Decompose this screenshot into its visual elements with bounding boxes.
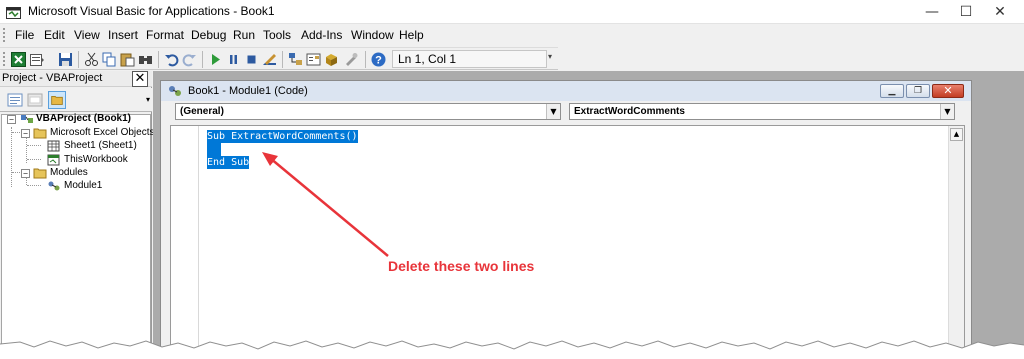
toolbar-grip[interactable] — [3, 52, 6, 66]
tree-label: VBAProject (Book1) — [36, 113, 132, 124]
margin-indicator-bar[interactable] — [171, 126, 199, 359]
collapse-icon[interactable]: − — [7, 115, 16, 124]
code-window-minimize-button[interactable]: ▁ — [880, 84, 904, 98]
toolbar-separator — [365, 51, 366, 68]
menu-help[interactable]: Help — [399, 28, 424, 42]
close-button[interactable]: ✕ — [980, 0, 1020, 24]
help-icon[interactable]: ? — [371, 52, 386, 67]
tree-label: Microsoft Excel Objects — [50, 127, 155, 138]
annotation-label: Delete these two lines — [388, 258, 535, 274]
menu-file[interactable]: File — [15, 28, 34, 42]
collapse-icon[interactable]: − — [21, 129, 30, 138]
toggle-folders-icon[interactable] — [48, 91, 66, 109]
object-combo-value: (General) — [180, 106, 224, 117]
folder-icon — [33, 128, 47, 139]
module-icon — [48, 181, 60, 191]
code-window-close-button[interactable]: ✕ — [932, 84, 964, 98]
code-window-title: Book1 - Module1 (Code) — [188, 85, 308, 97]
toolbar-separator — [158, 51, 159, 68]
project-tree: − VBAProject (Book1) − Microsoft Excel O… — [1, 112, 154, 359]
run-icon[interactable] — [208, 52, 223, 67]
reset-icon[interactable] — [244, 52, 259, 67]
vertical-scrollbar[interactable]: ▲ — [948, 126, 964, 359]
tree-node-modules[interactable]: − Modules — [2, 166, 150, 180]
toolbar-separator — [78, 51, 79, 68]
procedure-combo[interactable]: ExtractWordComments ▼ — [569, 103, 955, 120]
title-bar: Microsoft Visual Basic for Applications … — [0, 0, 1024, 24]
workbook-icon — [47, 154, 60, 166]
project-pane-close-button[interactable]: ✕ — [132, 71, 148, 87]
tree-node-thisworkbook[interactable]: ThisWorkbook — [2, 153, 150, 167]
object-combo[interactable]: (General) ▼ — [175, 103, 561, 120]
menu-edit[interactable]: Edit — [44, 28, 65, 42]
code-window-title-bar: Book1 - Module1 (Code) ▁ ❐ ✕ — [161, 81, 971, 101]
menu-tools[interactable]: Tools — [263, 28, 291, 42]
tree-label: ThisWorkbook — [64, 154, 128, 165]
tree-node-module1[interactable]: Module1 — [2, 179, 150, 193]
tree-node-sheet1[interactable]: Sheet1 (Sheet1) — [2, 139, 150, 153]
copy-icon[interactable] — [102, 52, 117, 67]
tree-node-vbaproject[interactable]: − VBAProject (Book1) — [2, 112, 150, 126]
standard-toolbar: ? Ln 1, Col 1 ▾ — [0, 47, 558, 70]
undo-icon[interactable] — [164, 52, 179, 67]
project-pane-header: Project - VBAProject ✕ — [0, 71, 152, 87]
code-line-2[interactable] — [207, 143, 221, 156]
cut-icon[interactable] — [84, 52, 99, 67]
vba-app-icon — [6, 7, 21, 19]
tree-label: Modules — [50, 167, 88, 178]
project-explorer-icon[interactable] — [288, 52, 303, 67]
toolbox-icon[interactable] — [344, 52, 359, 67]
paste-icon[interactable] — [120, 52, 135, 67]
find-icon[interactable] — [138, 52, 153, 67]
code-window-restore-button[interactable]: ❐ — [906, 84, 930, 98]
project-pane-toolbar: ▾ — [0, 88, 152, 112]
torn-edge-decoration — [0, 340, 1024, 359]
project-pane-title: Project - VBAProject — [2, 72, 103, 84]
toolbar-separator — [282, 51, 283, 68]
window-title: Microsoft Visual Basic for Applications … — [28, 4, 275, 18]
collapse-icon[interactable]: − — [21, 169, 30, 178]
menu-run[interactable]: Run — [233, 28, 255, 42]
pane-toolbar-chevron-icon[interactable]: ▾ — [146, 90, 151, 109]
redo-icon[interactable] — [182, 52, 197, 67]
folder-icon — [33, 168, 47, 179]
properties-icon[interactable] — [306, 52, 321, 67]
design-mode-icon[interactable] — [262, 52, 277, 67]
svg-text:?: ? — [375, 55, 382, 67]
menu-insert[interactable]: Insert — [108, 28, 138, 42]
tree-label: Sheet1 (Sheet1) — [64, 140, 137, 151]
menu-add-ins[interactable]: Add-Ins — [301, 28, 342, 42]
menu-bar: File Edit View Insert Format Debug Run T… — [0, 24, 1024, 46]
scroll-up-icon[interactable]: ▲ — [950, 128, 963, 141]
cursor-position-readout: Ln 1, Col 1 — [392, 50, 547, 68]
menu-debug[interactable]: Debug — [191, 28, 226, 42]
menu-view[interactable]: View — [74, 28, 100, 42]
chevron-down-icon[interactable]: ▼ — [546, 104, 560, 119]
vba-editor-window: Microsoft Visual Basic for Applications … — [0, 0, 1024, 359]
tree-node-excel-objects[interactable]: − Microsoft Excel Objects — [2, 126, 154, 140]
worksheet-icon — [47, 140, 60, 152]
module-icon — [169, 86, 181, 96]
view-code-icon[interactable] — [6, 91, 24, 109]
procedure-combo-value: ExtractWordComments — [574, 106, 685, 117]
menu-format[interactable]: Format — [146, 28, 184, 42]
toolbar-separator — [202, 51, 203, 68]
object-browser-icon[interactable] — [324, 52, 339, 67]
chevron-down-icon[interactable]: ▼ — [940, 104, 954, 119]
save-icon[interactable] — [58, 52, 73, 67]
view-object-icon[interactable] — [26, 91, 44, 109]
excel-icon[interactable] — [11, 52, 26, 67]
annotation-arrow — [262, 152, 389, 257]
break-icon[interactable] — [226, 52, 241, 67]
vba-project-icon — [21, 115, 33, 123]
tree-label: Module1 — [64, 180, 103, 191]
menu-window[interactable]: Window — [351, 28, 394, 42]
project-explorer-pane: Project - VBAProject ✕ ▾ − VBAProject (B… — [0, 71, 154, 359]
toolbar-options-chevron-icon[interactable]: ▾ — [548, 52, 556, 68]
menu-grip[interactable] — [3, 28, 6, 42]
insert-module-icon[interactable] — [30, 52, 45, 67]
